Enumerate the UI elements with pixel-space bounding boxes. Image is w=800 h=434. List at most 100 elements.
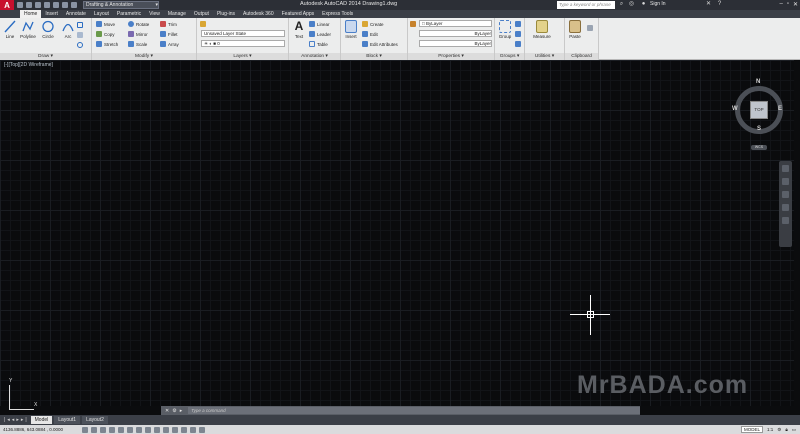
new-icon[interactable] xyxy=(17,2,23,8)
tab-home[interactable]: Home xyxy=(20,10,42,18)
rectangle-button[interactable] xyxy=(77,21,85,29)
application-menu-button[interactable]: A xyxy=(0,0,14,10)
measure-button[interactable]: Measure xyxy=(529,20,555,39)
panel-title-block[interactable]: Block ▾ xyxy=(341,53,407,60)
selection-cycling-icon[interactable] xyxy=(190,426,196,433)
mirror-button[interactable]: Mirror xyxy=(128,30,148,38)
wcs-menu[interactable]: WCS xyxy=(751,145,767,150)
lineweight-icon[interactable] xyxy=(163,426,169,433)
steering-wheel-icon[interactable] xyxy=(782,165,789,172)
layer-properties-button[interactable] xyxy=(200,20,208,28)
leader-button[interactable]: Leader xyxy=(309,30,331,38)
osnap-icon[interactable] xyxy=(118,426,124,433)
zoom-icon[interactable] xyxy=(782,191,789,198)
tab-annotate[interactable]: Annotate xyxy=(62,10,90,18)
tab-view[interactable]: View xyxy=(145,10,164,18)
redo-icon[interactable] xyxy=(71,2,77,8)
panel-title-modify[interactable]: Modify ▾ xyxy=(92,53,196,60)
pan-icon[interactable] xyxy=(782,178,789,185)
showmotion-icon[interactable] xyxy=(782,217,789,224)
binoculars-icon[interactable]: ◎ xyxy=(628,1,635,8)
otrack-icon[interactable] xyxy=(136,426,142,433)
panel-title-properties[interactable]: Properties ▾ xyxy=(408,53,494,60)
annotation-scale[interactable]: 1:1 xyxy=(767,427,773,432)
hatch-button[interactable] xyxy=(77,31,85,39)
viewcube[interactable]: TOP N S E W xyxy=(732,79,783,140)
search-icon[interactable]: ⌕ xyxy=(618,1,625,8)
lock-icon[interactable]: 🔒︎ xyxy=(785,427,787,432)
arc-button[interactable]: Arc xyxy=(58,20,78,39)
tab-featured-apps[interactable]: Featured Apps xyxy=(278,10,319,18)
linetype-dropdown[interactable]: ByLayer xyxy=(419,30,492,37)
dyn-icon[interactable] xyxy=(154,426,160,433)
minimize-icon[interactable]: – xyxy=(779,1,782,8)
workspace-switch-icon[interactable]: ⚙ xyxy=(777,427,781,433)
tab-parametric[interactable]: Parametric xyxy=(113,10,145,18)
compass-north[interactable]: N xyxy=(756,79,760,85)
polyline-button[interactable]: Polyline xyxy=(18,20,38,39)
compass-west[interactable]: W xyxy=(732,106,738,112)
copy-clip-button[interactable] xyxy=(587,24,595,32)
workspace-dropdown[interactable]: Drafting & Annotation ▾ xyxy=(83,1,159,9)
tab-layout2[interactable]: Layout2 xyxy=(82,416,108,424)
group-edit-button[interactable] xyxy=(515,30,523,38)
array-button[interactable]: Array xyxy=(160,40,179,48)
linear-dimension-button[interactable]: Linear xyxy=(309,20,330,28)
create-block-button[interactable]: Create xyxy=(362,20,384,28)
compass-east[interactable]: E xyxy=(778,106,782,112)
line-button[interactable]: Line xyxy=(0,20,20,39)
restore-icon[interactable]: ▫ xyxy=(787,1,789,8)
grid-icon[interactable] xyxy=(91,426,97,433)
paste-button[interactable]: Paste xyxy=(565,20,585,39)
polar-icon[interactable] xyxy=(109,426,115,433)
save-as-icon[interactable] xyxy=(44,2,50,8)
edit-block-button[interactable]: Edit xyxy=(362,30,378,38)
drawing-area[interactable]: [-][Top][2D Wireframe] xyxy=(0,60,794,406)
layout-nav-arrows-icon[interactable]: |◂◂▸▸| xyxy=(4,417,29,423)
scale-button[interactable]: Scale xyxy=(128,40,147,48)
tab-output[interactable]: Output xyxy=(190,10,213,18)
compass-south[interactable]: S xyxy=(757,126,761,132)
color-dropdown[interactable]: □ ByLayer xyxy=(419,20,492,27)
ortho-icon[interactable] xyxy=(100,426,106,433)
plot-icon[interactable] xyxy=(53,2,59,8)
quick-properties-icon[interactable] xyxy=(181,426,187,433)
panel-title-groups[interactable]: Groups ▾ xyxy=(495,53,524,60)
panel-title-layers[interactable]: Layers ▾ xyxy=(197,53,288,60)
group-button[interactable]: Group xyxy=(495,20,515,39)
clean-screen-icon[interactable]: ▭ xyxy=(792,427,796,433)
layer-dropdown[interactable]: ☀ ◐ ■ 0 xyxy=(201,40,285,47)
snap-icon[interactable] xyxy=(82,426,88,433)
search-input[interactable]: Type a keyword or phrase xyxy=(557,1,615,9)
panel-title-clipboard[interactable]: Clipboard xyxy=(565,53,598,60)
group-select-button[interactable] xyxy=(515,40,523,48)
rotate-button[interactable]: Rotate xyxy=(128,20,149,28)
exchange-icon[interactable]: ✕ xyxy=(705,1,712,8)
model-space-button[interactable]: MODEL xyxy=(741,426,764,433)
ungroup-button[interactable] xyxy=(515,20,523,28)
tab-layout1[interactable]: Layout1 xyxy=(54,416,81,424)
tab-insert[interactable]: Insert xyxy=(41,10,62,18)
save-icon[interactable] xyxy=(35,2,41,8)
coordinates-readout[interactable]: 4136.8886, 643.0884 , 0.0000 xyxy=(0,427,78,432)
stretch-button[interactable]: Stretch xyxy=(96,40,118,48)
undo-icon[interactable] xyxy=(62,2,68,8)
edit-attributes-button[interactable]: Edit Attributes xyxy=(362,40,398,48)
fillet-button[interactable]: Fillet xyxy=(160,30,178,38)
tab-autodesk-360[interactable]: Autodesk 360 xyxy=(239,10,278,18)
tab-express-tools[interactable]: Express Tools xyxy=(318,10,357,18)
user-icon[interactable]: ● xyxy=(640,1,647,8)
panel-title-annotation[interactable]: Annotation ▾ xyxy=(289,53,340,60)
wrench-icon[interactable]: ⚙ xyxy=(172,408,176,414)
sign-in-button[interactable]: Sign In xyxy=(650,1,666,7)
annotation-monitor-icon[interactable] xyxy=(199,426,205,433)
table-button[interactable]: Table xyxy=(309,40,328,48)
move-button[interactable]: Move xyxy=(96,20,115,28)
viewport-controls[interactable]: [-][Top][2D Wireframe] xyxy=(4,62,53,68)
layer-state-dropdown[interactable]: Unsaved Layer State xyxy=(201,30,285,37)
panel-title-utilities[interactable]: Utilities ▾ xyxy=(525,53,564,60)
tab-model[interactable]: Model xyxy=(30,416,53,424)
close-icon[interactable]: ✕ xyxy=(165,408,169,414)
orbit-icon[interactable] xyxy=(782,204,789,211)
tab-manage[interactable]: Manage xyxy=(164,10,190,18)
